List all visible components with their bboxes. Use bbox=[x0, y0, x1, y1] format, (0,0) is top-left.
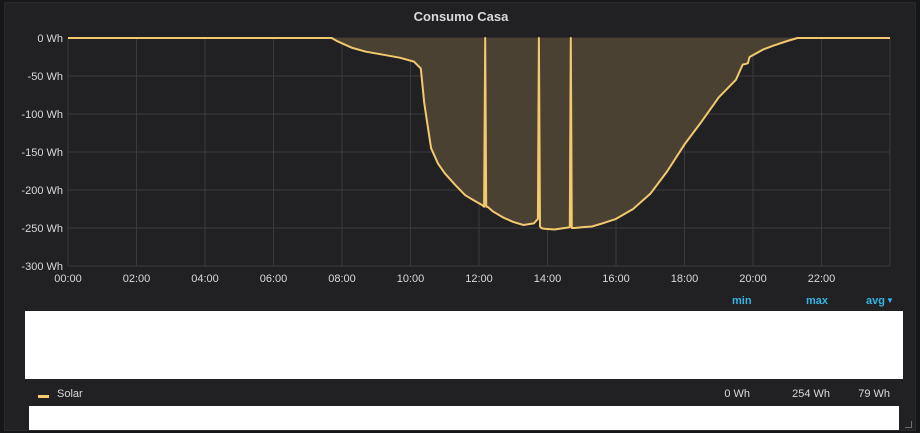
y-tick-label: -150 Wh bbox=[21, 147, 63, 159]
x-tick-label: 10:00 bbox=[397, 273, 425, 285]
chart-area bbox=[68, 37, 890, 231]
sort-caret-icon: ▼ bbox=[885, 296, 894, 305]
x-tick-label: 08:00 bbox=[328, 273, 356, 285]
legend-row-solar[interactable]: Solar 0 Wh 254 Wh 79 Wh bbox=[35, 388, 895, 404]
legend-value-min: 0 Wh bbox=[724, 388, 750, 400]
x-tick-label: 12:00 bbox=[465, 273, 493, 285]
x-tick-label: 02:00 bbox=[123, 273, 151, 285]
y-tick-label: -300 Wh bbox=[21, 261, 63, 273]
x-tick-label: 22:00 bbox=[808, 273, 836, 285]
resize-handle-icon[interactable] bbox=[905, 421, 912, 428]
legend-series-label[interactable]: Solar bbox=[57, 388, 83, 400]
graph-panel: Consumo Casa 0 Wh -50 Wh -100 Wh -150 Wh -20… bbox=[4, 2, 916, 431]
y-tick-label: 0 Wh bbox=[37, 33, 63, 45]
x-tick-label: 18:00 bbox=[671, 273, 699, 285]
x-tick-label: 14:00 bbox=[534, 273, 562, 285]
chart-svg: 0 Wh -50 Wh -100 Wh -150 Wh -200 Wh -250 Wh -3… bbox=[21, 33, 891, 285]
legend-header-avg[interactable]: avg▼ bbox=[866, 295, 894, 307]
x-tick-label: 04:00 bbox=[191, 273, 219, 285]
x-tick-label: 20:00 bbox=[739, 273, 767, 285]
x-tick-label: 00:00 bbox=[54, 273, 82, 285]
redacted-area bbox=[25, 311, 903, 379]
y-tick-label: -100 Wh bbox=[21, 109, 63, 121]
y-tick-label: -50 Wh bbox=[28, 71, 63, 83]
legend-swatch[interactable] bbox=[38, 395, 49, 398]
legend-header-max[interactable]: max bbox=[806, 295, 828, 307]
legend-header-min[interactable]: min bbox=[732, 295, 752, 307]
x-axis: 00:00 02:00 04:00 06:00 08:00 10:00 12:00 14:00… bbox=[54, 273, 835, 285]
legend-value-avg: 79 Wh bbox=[858, 388, 890, 400]
legend-value-max: 254 Wh bbox=[792, 388, 830, 400]
redacted-area-bottom bbox=[29, 406, 899, 430]
y-axis: 0 Wh -50 Wh -100 Wh -150 Wh -200 Wh -250 Wh -3… bbox=[21, 33, 63, 273]
y-tick-label: -200 Wh bbox=[21, 185, 63, 197]
x-tick-label: 16:00 bbox=[602, 273, 630, 285]
y-tick-label: -250 Wh bbox=[21, 223, 63, 235]
series-fill-solar bbox=[68, 38, 890, 230]
x-tick-label: 06:00 bbox=[260, 273, 288, 285]
